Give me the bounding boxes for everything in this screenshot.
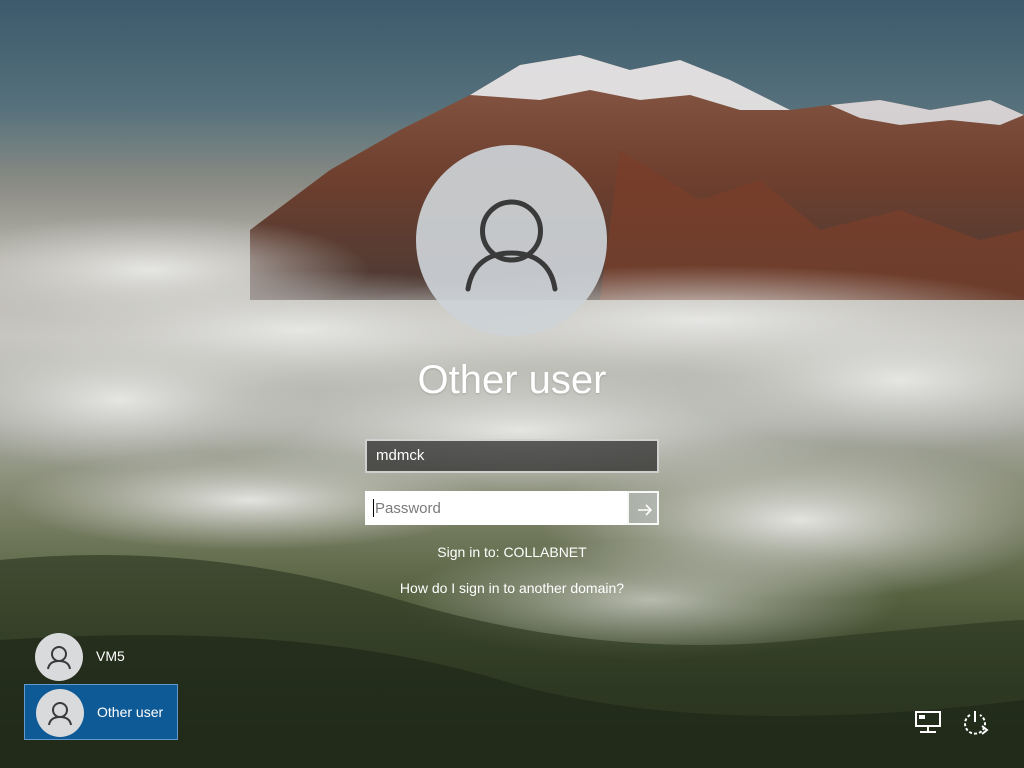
person-icon [48,702,72,726]
arrow-right-icon [638,504,653,516]
login-screen: Other user mdmck Sign in to: COLLABNET H… [0,0,1024,768]
signin-domain-text: Sign in to: COLLABNET [437,544,587,560]
network-button[interactable] [912,706,944,738]
user-avatar-small [36,689,84,737]
user-avatar-small [35,633,83,681]
text-caret [373,499,374,517]
password-input[interactable] [365,491,627,525]
user-list-item-other-user[interactable]: Other user [24,684,178,740]
power-button[interactable] [959,706,991,738]
password-row [365,491,659,525]
submit-button[interactable] [627,491,659,525]
network-icon [915,711,941,733]
user-avatar [416,145,607,336]
user-list-item-vm5[interactable]: VM5 [24,629,178,685]
username-field[interactable]: mdmck [365,439,659,473]
domain-help-link[interactable]: How do I sign in to another domain? [312,580,712,596]
person-icon [47,646,71,670]
user-list-name: Other user [97,704,164,720]
user-display-name: Other user [417,358,607,402]
user-list-name: VM5 [96,648,125,664]
person-icon [465,199,558,292]
power-icon [964,711,989,735]
